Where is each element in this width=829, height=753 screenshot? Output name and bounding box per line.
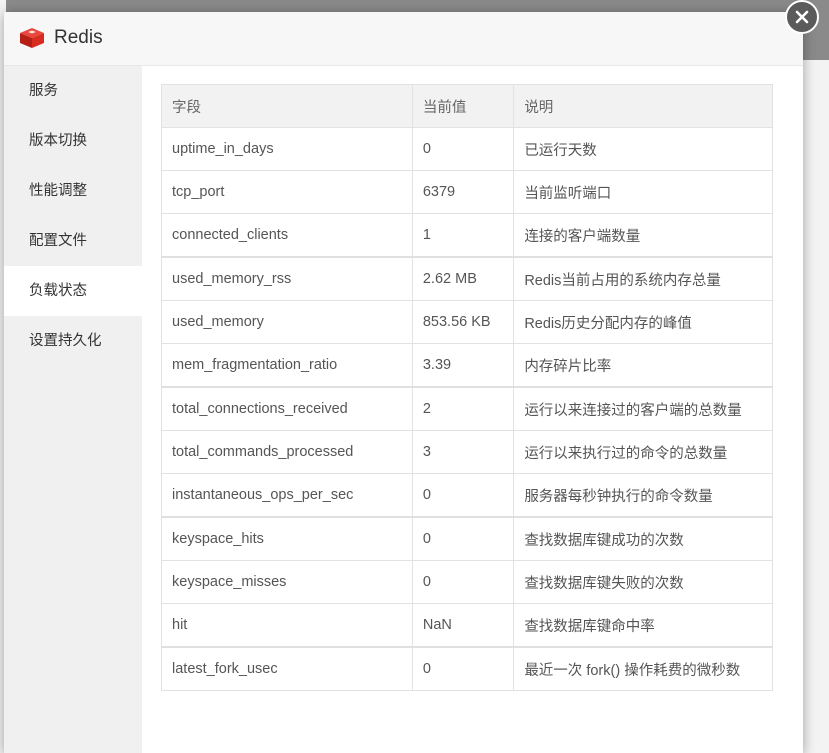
cell-field: used_memory_rss xyxy=(161,256,413,301)
table-row: used_memory_rss 2.62 MB Redis当前占用的系统内存总量 xyxy=(161,256,773,301)
background-page-right xyxy=(803,60,829,753)
sidebar-item-5[interactable]: 设置持久化 xyxy=(4,316,142,366)
table-row: latest_fork_usec 0 最近一次 fork() 操作耗费的微秒数 xyxy=(161,646,773,691)
redis-dialog: Redis 服务 版本切换 性能调整 配置文件 负载状态 设置持久化 字段 当前值 说明 … xyxy=(4,12,803,753)
cell-field: tcp_port xyxy=(161,170,413,214)
cell-field: keyspace_misses xyxy=(161,560,413,604)
cell-description: 已运行天数 xyxy=(513,127,773,171)
cell-value: 6379 xyxy=(411,170,515,214)
sidebar-item-3[interactable]: 配置文件 xyxy=(4,216,142,266)
cell-description: 运行以来连接过的客户端的总数量 xyxy=(513,386,773,431)
cell-field: mem_fragmentation_ratio xyxy=(161,343,413,388)
cell-value: 0 xyxy=(411,646,515,691)
table-row: connected_clients 1 连接的客户端数量 xyxy=(161,213,773,258)
cell-description: 当前监听端口 xyxy=(513,170,773,214)
cell-field: keyspace_hits xyxy=(161,516,413,561)
cell-value: 2.62 MB xyxy=(411,256,515,301)
close-button[interactable] xyxy=(785,0,819,34)
sidebar: 服务 版本切换 性能调整 配置文件 负载状态 设置持久化 xyxy=(4,66,142,753)
cell-value: 3.39 xyxy=(411,343,515,388)
cell-field: instantaneous_ops_per_sec xyxy=(161,473,413,518)
dialog-title: Redis xyxy=(54,27,103,48)
cell-value: NaN xyxy=(411,603,515,648)
cell-description: Redis历史分配内存的峰值 xyxy=(513,300,773,344)
cell-field: uptime_in_days xyxy=(161,127,413,171)
table-row: used_memory 853.56 KB Redis历史分配内存的峰值 xyxy=(161,300,773,344)
sidebar-item-2[interactable]: 性能调整 xyxy=(4,166,142,216)
cell-field: total_connections_received xyxy=(161,386,413,431)
cell-value: 853.56 KB xyxy=(411,300,515,344)
cell-description: 服务器每秒钟执行的命令数量 xyxy=(513,473,773,518)
dialog-titlebar: Redis xyxy=(4,12,803,66)
sidebar-item-0[interactable]: 服务 xyxy=(4,66,142,116)
cell-description: 最近一次 fork() 操作耗费的微秒数 xyxy=(513,646,773,691)
cell-field: used_memory xyxy=(161,300,413,344)
cell-description: 查找数据库键成功的次数 xyxy=(513,516,773,561)
cell-description: 连接的客户端数量 xyxy=(513,213,773,258)
cell-field: latest_fork_usec xyxy=(161,646,413,691)
cell-description: Redis当前占用的系统内存总量 xyxy=(513,256,773,301)
table-row: tcp_port 6379 当前监听端口 xyxy=(161,170,773,214)
header-description: 说明 xyxy=(513,84,773,128)
table-row: mem_fragmentation_ratio 3.39 内存碎片比率 xyxy=(161,343,773,388)
sidebar-item-4[interactable]: 负载状态 xyxy=(4,266,142,316)
table-row: total_commands_processed 3 运行以来执行过的命令的总数量 xyxy=(161,430,773,474)
cell-description: 内存碎片比率 xyxy=(513,343,773,388)
sidebar-item-1[interactable]: 版本切换 xyxy=(4,116,142,166)
cell-description: 查找数据库键命中率 xyxy=(513,603,773,648)
cell-field: connected_clients xyxy=(161,213,413,258)
table-row: total_connections_received 2 运行以来连接过的客户端的总… xyxy=(161,386,773,431)
table-row: instantaneous_ops_per_sec 0 服务器每秒钟执行的命令数量 xyxy=(161,473,773,518)
table-row: keyspace_misses 0 查找数据库键失败的次数 xyxy=(161,560,773,604)
cell-field: hit xyxy=(161,603,413,648)
cell-value: 0 xyxy=(411,516,515,561)
table-row: uptime_in_days 0 已运行天数 xyxy=(161,127,773,171)
close-icon xyxy=(795,10,809,24)
table-row: keyspace_hits 0 查找数据库键成功的次数 xyxy=(161,516,773,561)
cell-value: 0 xyxy=(411,127,515,171)
redis-cube-icon xyxy=(20,28,44,48)
cell-description: 查找数据库键失败的次数 xyxy=(513,560,773,604)
table-row: hit NaN 查找数据库键命中率 xyxy=(161,603,773,648)
cell-value: 0 xyxy=(411,560,515,604)
cell-value: 1 xyxy=(411,213,515,258)
cell-field: total_commands_processed xyxy=(161,430,413,474)
header-value: 当前值 xyxy=(411,84,515,128)
load-status-table: 字段 当前值 说明 uptime_in_days 0 已运行天数 tcp_port 63… xyxy=(161,84,773,691)
table-header-row: 字段 当前值 说明 xyxy=(161,84,773,128)
content-panel: 字段 当前值 说明 uptime_in_days 0 已运行天数 tcp_port 63… xyxy=(142,66,803,753)
cell-value: 3 xyxy=(411,430,515,474)
cell-value: 0 xyxy=(411,473,515,518)
cell-description: 运行以来执行过的命令的总数量 xyxy=(513,430,773,474)
cell-value: 2 xyxy=(411,386,515,431)
header-field: 字段 xyxy=(161,84,413,128)
